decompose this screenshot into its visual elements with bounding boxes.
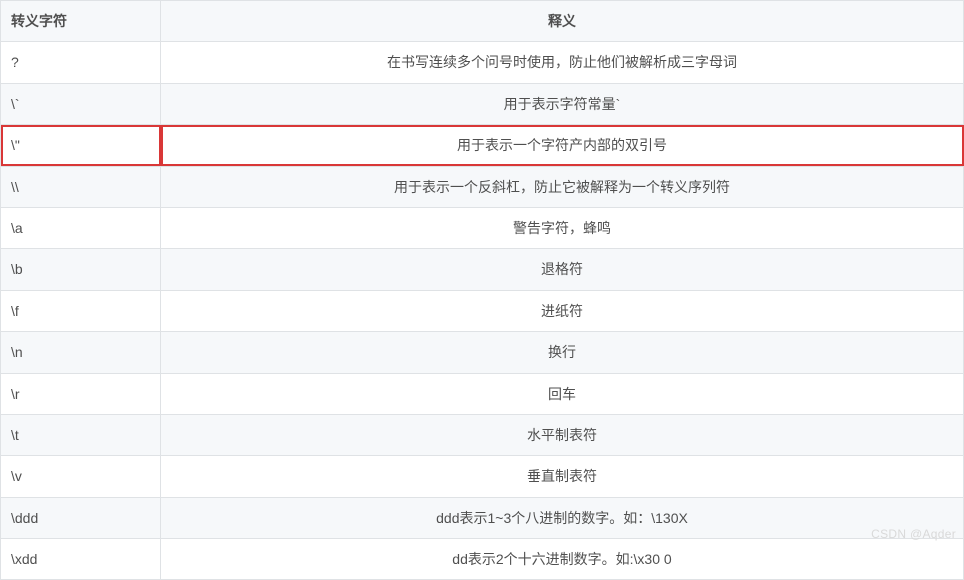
cell-meaning: 用于表示一个字符产内部的双引号 [161, 125, 964, 166]
table-row: \`用于表示字符常量` [1, 83, 964, 124]
cell-escape: \ddd [1, 497, 161, 538]
cell-meaning: 进纸符 [161, 290, 964, 331]
cell-meaning: 用于表示字符常量` [161, 83, 964, 124]
cell-meaning: 退格符 [161, 249, 964, 290]
table-row: \b退格符 [1, 249, 964, 290]
cell-escape: \t [1, 414, 161, 455]
escape-characters-table: 转义字符 释义 ?在书写连续多个问号时使用，防止他们被解析成三字母词\`用于表示… [0, 0, 964, 580]
cell-meaning: ddd表示1~3个八进制的数字。如：\130X [161, 497, 964, 538]
cell-escape: \a [1, 207, 161, 248]
cell-meaning: dd表示2个十六进制数字。如:\x30 0 [161, 539, 964, 580]
table-row: ?在书写连续多个问号时使用，防止他们被解析成三字母词 [1, 42, 964, 83]
cell-meaning: 换行 [161, 332, 964, 373]
table-row: \t水平制表符 [1, 414, 964, 455]
cell-escape: \r [1, 373, 161, 414]
table-row: \r回车 [1, 373, 964, 414]
cell-escape: \n [1, 332, 161, 373]
cell-escape: \v [1, 456, 161, 497]
table-header-row: 转义字符 释义 [1, 1, 964, 42]
watermark: CSDN @Aqder [871, 527, 956, 541]
table-row: \f进纸符 [1, 290, 964, 331]
cell-meaning: 回车 [161, 373, 964, 414]
cell-meaning: 水平制表符 [161, 414, 964, 455]
table-row: \n换行 [1, 332, 964, 373]
cell-escape: \" [1, 125, 161, 166]
table-row: \v垂直制表符 [1, 456, 964, 497]
table-row: \a警告字符，蜂鸣 [1, 207, 964, 248]
table-row: \dddddd表示1~3个八进制的数字。如：\130X [1, 497, 964, 538]
table-row: \xdddd表示2个十六进制数字。如:\x30 0 [1, 539, 964, 580]
cell-escape: \f [1, 290, 161, 331]
cell-escape: ? [1, 42, 161, 83]
cell-escape: \b [1, 249, 161, 290]
header-meaning: 释义 [161, 1, 964, 42]
cell-meaning: 在书写连续多个问号时使用，防止他们被解析成三字母词 [161, 42, 964, 83]
table-row: \\用于表示一个反斜杠，防止它被解释为一个转义序列符 [1, 166, 964, 207]
cell-meaning: 用于表示一个反斜杠，防止它被解释为一个转义序列符 [161, 166, 964, 207]
cell-escape: \xdd [1, 539, 161, 580]
header-escape: 转义字符 [1, 1, 161, 42]
cell-meaning: 垂直制表符 [161, 456, 964, 497]
cell-escape: \` [1, 83, 161, 124]
cell-meaning: 警告字符，蜂鸣 [161, 207, 964, 248]
cell-escape: \\ [1, 166, 161, 207]
table-row: \"用于表示一个字符产内部的双引号 [1, 125, 964, 166]
